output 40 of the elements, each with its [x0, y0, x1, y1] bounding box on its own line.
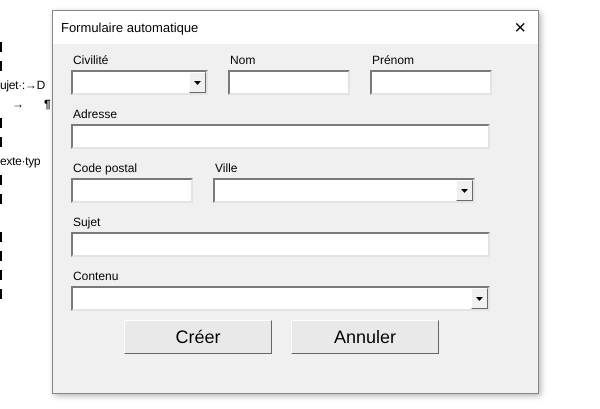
cell-marker — [0, 42, 2, 52]
combo-box[interactable] — [213, 178, 475, 203]
field-label: Nom — [229, 53, 256, 67]
paragraph-mark: ¶ — [44, 96, 51, 112]
cell-marker — [0, 174, 2, 184]
cell-marker — [0, 136, 2, 146]
caret-icon — [461, 188, 468, 192]
input-field[interactable] — [71, 124, 490, 149]
input-field[interactable] — [71, 178, 193, 203]
field-label: Civilité — [72, 53, 110, 67]
combo-box[interactable] — [71, 70, 208, 95]
cell-marker — [0, 270, 2, 280]
document-text: exte·typ — [0, 152, 40, 170]
tab-arrow: → — [12, 96, 24, 112]
field-label: Ville — [214, 161, 238, 175]
document-text: ujet·:→D — [0, 76, 45, 94]
combo-box[interactable] — [71, 286, 490, 311]
cell-marker — [0, 232, 2, 242]
cell-marker — [0, 288, 2, 298]
field-label: Sujet — [72, 215, 102, 229]
dialog-button[interactable]: Créer — [124, 320, 272, 354]
cell-marker — [0, 118, 2, 128]
input-field[interactable] — [370, 70, 492, 95]
caret-icon — [194, 80, 201, 84]
field-label: Adresse — [72, 107, 118, 121]
dropdown-button[interactable] — [456, 180, 473, 201]
field-label: Contenu — [72, 269, 120, 283]
dialog-button[interactable]: Annuler — [291, 320, 439, 354]
field-label: Code postal — [72, 161, 138, 175]
input-field[interactable] — [228, 70, 350, 95]
close-button[interactable]: × — [514, 18, 526, 38]
field-label: Prénom — [371, 53, 416, 67]
dropdown-button[interactable] — [471, 288, 488, 309]
cell-marker — [0, 194, 2, 204]
dropdown-button[interactable] — [189, 72, 206, 93]
input-field[interactable] — [71, 232, 490, 257]
caret-icon — [476, 296, 483, 300]
cell-marker — [0, 60, 2, 70]
cell-marker — [0, 250, 2, 260]
window-title: Formulaire automatique — [61, 18, 198, 37]
